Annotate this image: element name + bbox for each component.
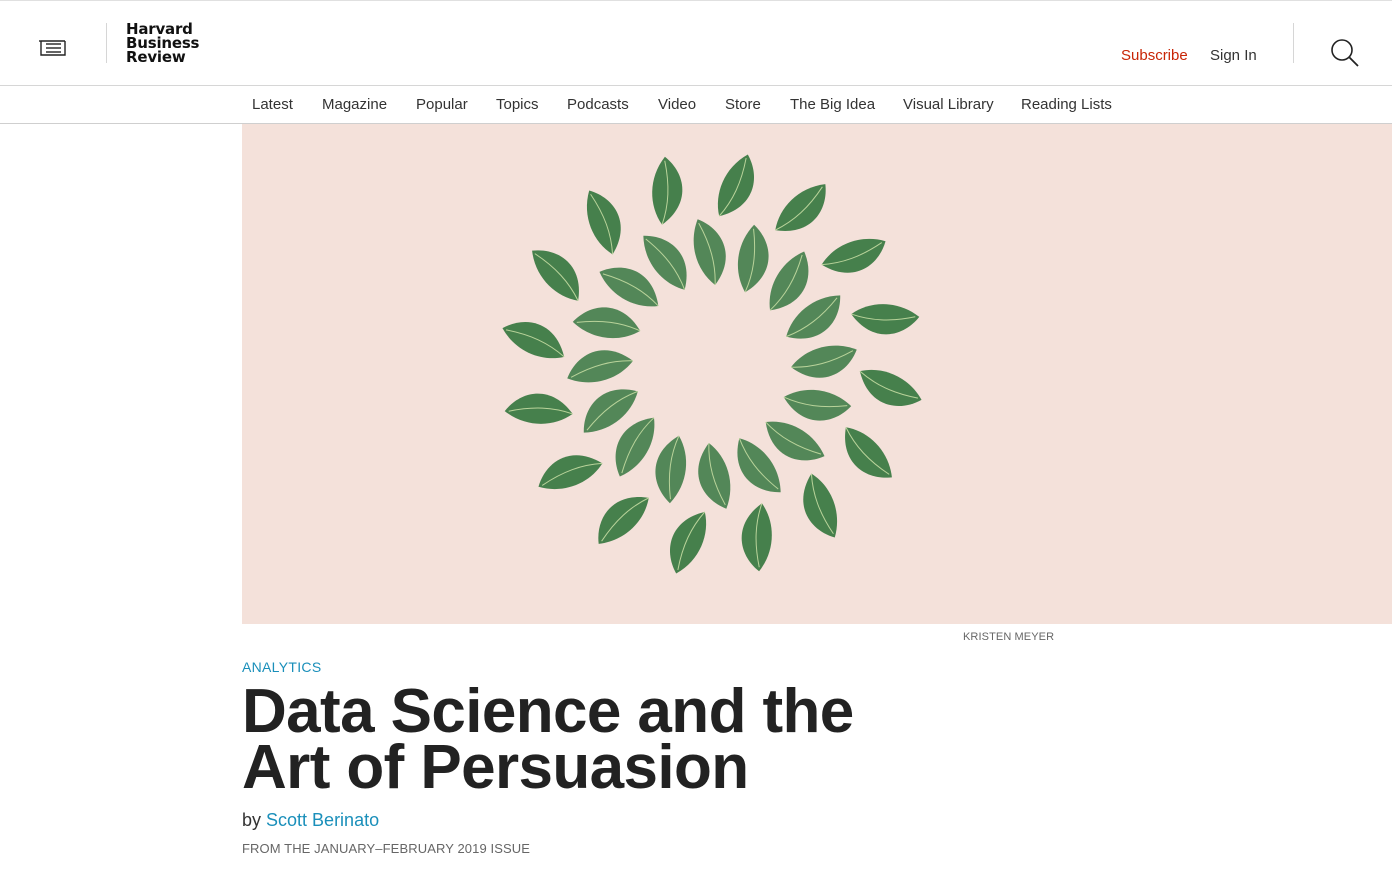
nav-store[interactable]: Store — [725, 96, 761, 113]
nav-latest[interactable]: Latest — [252, 96, 293, 113]
nav-popular[interactable]: Popular — [416, 96, 468, 113]
search-icon[interactable] — [1328, 37, 1360, 69]
byline-prefix: by — [242, 810, 262, 830]
leaf-icon — [851, 304, 920, 335]
article-title: Data Science and the Art of Persuasion — [242, 681, 942, 799]
subscribe-link[interactable]: Subscribe — [1121, 47, 1188, 64]
author-link[interactable]: Scott Berinato — [266, 810, 379, 830]
topic-link[interactable]: ANALYTICS — [242, 659, 321, 675]
nav-video[interactable]: Video — [658, 96, 696, 113]
leaf-icon — [737, 224, 769, 293]
leaf-icon — [504, 393, 573, 424]
leaf-icon — [783, 389, 852, 421]
leaf-icon — [669, 511, 707, 574]
signin-link[interactable]: Sign In — [1210, 47, 1257, 64]
leaf-icon — [775, 184, 826, 231]
nav-topics[interactable]: Topics — [496, 96, 539, 113]
leaf-icon — [652, 156, 683, 225]
leaf-icon — [845, 427, 892, 478]
leaf-icon — [741, 503, 772, 572]
leaf-icon — [821, 238, 886, 273]
logo-line-3: Review — [126, 48, 186, 66]
title-line-2: Art of Persuasion — [242, 733, 749, 802]
nav-visual-library[interactable]: Visual Library — [903, 96, 994, 113]
nav-reading-lists[interactable]: Reading Lists — [1021, 96, 1112, 113]
header-divider-right — [1293, 23, 1294, 63]
hbr-logo[interactable]: Harvard Business Review — [126, 22, 199, 66]
leaf-icon — [502, 321, 565, 359]
header-divider-left — [106, 23, 107, 63]
leaf-icon — [586, 190, 621, 255]
menu-icon[interactable] — [34, 33, 70, 63]
leaf-wreath-illustration — [502, 154, 922, 574]
leaf-icon — [532, 250, 579, 301]
leaf-icon — [717, 154, 755, 217]
image-credit: KRISTEN MEYER — [963, 631, 1055, 643]
leaf-icon — [803, 473, 838, 538]
leaf-icon — [655, 435, 687, 504]
nav-the-big-idea[interactable]: The Big Idea — [790, 96, 875, 113]
nav-magazine[interactable]: Magazine — [322, 96, 387, 113]
leaf-icon — [567, 350, 633, 383]
issue-label: FROM THE JANUARY–FEBRUARY 2019 ISSUE — [242, 841, 531, 856]
leaf-icon — [698, 443, 731, 509]
leaf-icon — [693, 219, 726, 285]
byline: by Scott Berinato — [242, 810, 379, 831]
leaf-icon — [538, 455, 603, 490]
leaf-icon — [859, 369, 922, 407]
hero-image — [242, 124, 1392, 624]
main-nav: Latest Magazine Popular Topics Podcasts … — [0, 86, 1392, 124]
leaf-icon — [572, 307, 641, 339]
nav-podcasts[interactable]: Podcasts — [567, 96, 629, 113]
leaf-icon — [791, 345, 857, 378]
site-header: Harvard Business Review Subscribe Sign I… — [0, 1, 1392, 86]
leaf-icon — [598, 497, 649, 544]
